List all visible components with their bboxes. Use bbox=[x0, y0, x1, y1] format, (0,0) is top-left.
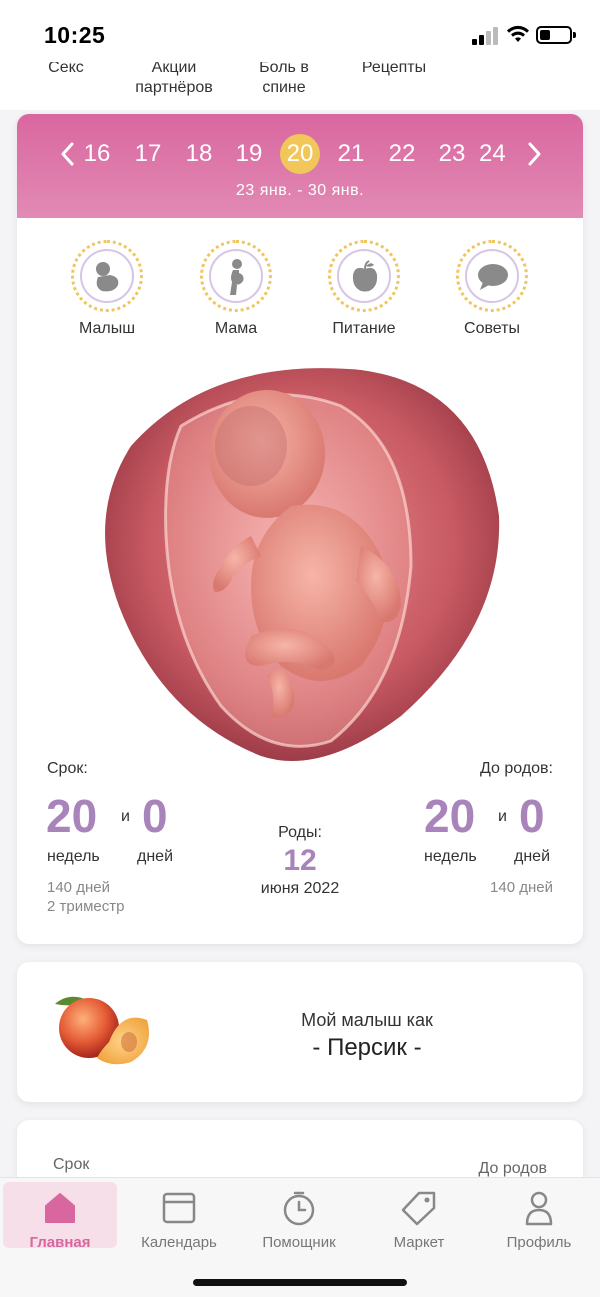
tab-label: Мама bbox=[214, 320, 258, 337]
category-sex[interactable]: Секс bbox=[44, 62, 88, 78]
category-label: Акции bbox=[151, 62, 197, 76]
week-item[interactable]: 24 bbox=[479, 134, 511, 174]
tab-label: Малыш bbox=[78, 320, 136, 337]
baby-size-card[interactable]: Мой малыш как - Персик - bbox=[17, 962, 583, 1102]
birth-label: Роды: bbox=[278, 824, 322, 841]
status-bar: 10:25 bbox=[0, 0, 600, 62]
pregnant-icon bbox=[230, 259, 244, 295]
week-item[interactable]: 22 bbox=[381, 134, 423, 174]
week-item[interactable]: 23 bbox=[431, 134, 473, 174]
category-label: спине bbox=[262, 79, 306, 96]
home-icon bbox=[45, 1193, 75, 1223]
category-label: Секс bbox=[48, 62, 84, 76]
week-selector: 16 17 18 19 20 21 22 23 24 23 янв. - 30 … bbox=[17, 114, 583, 218]
wifi-icon bbox=[507, 25, 529, 42]
term-total-days: 140 дней bbox=[47, 879, 110, 896]
and-label: и bbox=[498, 808, 507, 825]
until-total-days: 140 дней bbox=[490, 879, 553, 896]
baby-size-fruit: - Персик - bbox=[312, 1034, 422, 1061]
section-tabs: Малыш Мама Питание Советы bbox=[17, 240, 583, 340]
week-item[interactable]: 16 bbox=[76, 134, 118, 174]
week-item[interactable]: 21 bbox=[330, 134, 372, 174]
nav-label: Календарь bbox=[141, 1234, 217, 1251]
birth-day: 12 bbox=[283, 844, 317, 877]
chevron-right-icon[interactable] bbox=[523, 140, 545, 168]
birth-month: июня 2022 bbox=[260, 880, 340, 897]
fetus-illustration bbox=[105, 368, 500, 761]
term-days-value: 0 bbox=[142, 790, 168, 842]
week-date-range: 23 янв. - 30 янв. bbox=[235, 182, 365, 199]
term-weeks-value: 20 bbox=[46, 790, 98, 842]
timer-icon bbox=[283, 1191, 315, 1226]
category-label: партнёров bbox=[135, 79, 213, 96]
category-label: Боль в bbox=[259, 62, 309, 76]
week-item[interactable]: 18 bbox=[178, 134, 220, 174]
until-days-value: 0 bbox=[519, 790, 545, 842]
tab-label: Советы bbox=[464, 320, 520, 337]
tab-nutrition[interactable]: Питание bbox=[309, 240, 419, 338]
nav-label: Профиль bbox=[506, 1234, 572, 1251]
nav-label: Маркет bbox=[393, 1234, 445, 1251]
chat-bubble-icon bbox=[478, 264, 508, 290]
profile-icon bbox=[525, 1191, 553, 1226]
tab-tips[interactable]: Советы bbox=[437, 240, 547, 338]
pregnancy-stats: Срок: 20 и 0 недель дней 140 дней 2 трим… bbox=[17, 760, 583, 940]
tab-baby[interactable]: Малыш bbox=[52, 240, 162, 338]
and-label: и bbox=[121, 808, 130, 825]
status-time: 10:25 bbox=[44, 22, 106, 48]
apple-icon bbox=[352, 260, 378, 292]
trimester: 2 триместр bbox=[47, 898, 125, 915]
tab-label: Питание bbox=[332, 320, 396, 337]
week-item[interactable]: 17 bbox=[127, 134, 169, 174]
until-days-label: дней bbox=[514, 848, 551, 865]
nav-market[interactable]: Маркет bbox=[362, 1182, 476, 1251]
category-strip: Секс Акции партнёров Боль в спине Рецепт… bbox=[0, 62, 600, 110]
battery-icon bbox=[536, 26, 576, 44]
nav-assistant[interactable]: Помощник bbox=[242, 1182, 356, 1251]
category-label: Рецепты bbox=[361, 62, 427, 76]
calendar-icon bbox=[162, 1192, 196, 1224]
category-partner-promos[interactable]: Акции партнёров bbox=[124, 62, 224, 98]
nav-label: Помощник bbox=[262, 1234, 336, 1251]
week-item-active[interactable]: 20 bbox=[280, 134, 320, 174]
nav-home[interactable]: Главная bbox=[3, 1182, 117, 1251]
week-item[interactable]: 19 bbox=[228, 134, 270, 174]
term-label: Срок: bbox=[47, 760, 88, 777]
peach-icon bbox=[55, 996, 149, 1065]
until-birth-label: До родов: bbox=[480, 760, 553, 777]
cellular-signal-icon bbox=[472, 27, 500, 45]
pregnancy-week-card: 16 17 18 19 20 21 22 23 24 23 янв. - 30 … bbox=[17, 114, 583, 944]
term-label: Срок bbox=[53, 1156, 90, 1173]
tab-mom[interactable]: Мама bbox=[181, 240, 291, 338]
term-days-label: дней bbox=[137, 848, 174, 865]
until-weeks-value: 20 bbox=[424, 790, 476, 842]
until-birth-label: До родов bbox=[478, 1160, 547, 1177]
baby-size-caption: Мой малыш как bbox=[301, 1010, 433, 1030]
term-weeks-label: недель bbox=[47, 848, 100, 865]
home-indicator[interactable] bbox=[193, 1279, 407, 1286]
category-recipes[interactable]: Рецепты bbox=[354, 62, 434, 78]
nav-calendar[interactable]: Календарь bbox=[122, 1182, 236, 1251]
until-weeks-label: недель bbox=[424, 848, 477, 865]
nav-label: Главная bbox=[29, 1234, 91, 1251]
nav-profile[interactable]: Профиль bbox=[482, 1182, 596, 1251]
category-back-pain[interactable]: Боль в спине bbox=[244, 62, 324, 98]
baby-icon bbox=[96, 262, 119, 292]
tag-icon bbox=[401, 1191, 436, 1226]
